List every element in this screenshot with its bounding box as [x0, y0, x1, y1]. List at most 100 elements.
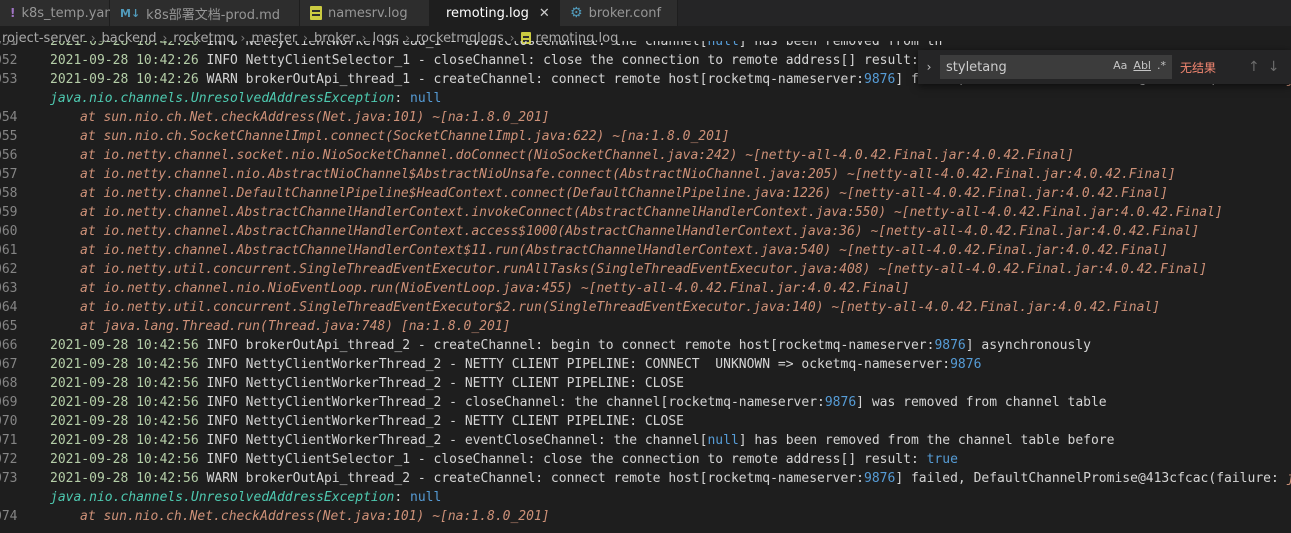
log-exception-start: java — [1287, 471, 1291, 486]
code-editor[interactable]: 051 2021-09-28 10:42:26 INFO NettyClientW… — [0, 41, 1291, 533]
log-entry: 2021-09-28 10:42:56 INFO NettyClientSele… — [50, 450, 958, 469]
tab-2[interactable]: namesrv.log — [300, 0, 430, 26]
find-widget: › Aa Abl .* 无结果 ↑ ↓ — [918, 50, 1291, 84]
line-number: 059 — [0, 205, 18, 220]
log-level: INFO — [206, 357, 238, 372]
log-value: null — [707, 41, 739, 49]
log-value: true — [926, 452, 958, 467]
line-number: 063 — [0, 281, 18, 296]
line-number: 060 — [0, 224, 18, 239]
gear-icon: ⚙ — [570, 5, 583, 21]
line-number: 057 — [0, 167, 18, 182]
tab-0[interactable]: ! k8s_temp.yaml — [0, 0, 121, 26]
stack-trace-frame: at sun.nio.ch.Net.checkAddress(Net.java:… — [80, 110, 550, 125]
log-level: INFO — [206, 338, 238, 353]
log-value: 9876 — [864, 72, 896, 87]
log-message-end: ] asynchronously — [965, 338, 1091, 353]
log-level: INFO — [206, 452, 238, 467]
log-timestamp: 2021-09-28 10:42:26 — [50, 53, 199, 68]
log-level: WARN — [206, 72, 238, 87]
log-timestamp: 2021-09-28 10:42:56 — [50, 471, 199, 486]
line-number: 062 — [0, 262, 18, 277]
close-tab-icon[interactable]: ✕ — [539, 6, 550, 21]
exception-colon: : — [394, 91, 411, 106]
log-timestamp: 2021-09-28 10:42:56 — [50, 357, 199, 372]
stack-trace-frame: at java.lang.Thread.run(Thread.java:748)… — [80, 319, 511, 334]
use-regex-icon[interactable]: .* — [1157, 59, 1166, 72]
log-entry: 2021-09-28 10:42:56 INFO NettyClientWork… — [50, 431, 1114, 450]
stack-trace-frame: at io.netty.channel.AbstractChannelHandl… — [80, 243, 1168, 258]
log-value: 9876 — [864, 471, 896, 486]
log-file-icon — [310, 6, 322, 20]
yaml-icon: ! — [10, 6, 16, 20]
stack-trace-frame: at sun.nio.ch.SocketChannelImpl.connect(… — [80, 129, 730, 144]
log-entry: 2021-09-28 10:42:56 INFO NettyClientWork… — [50, 355, 981, 374]
log-level: INFO — [206, 395, 238, 410]
markdown-icon: M↓ — [120, 6, 141, 20]
toggle-replace-chevron-icon[interactable]: › — [918, 60, 940, 74]
stack-trace-frame: at io.netty.channel.AbstractChannelHandl… — [80, 205, 1223, 220]
log-entry: 2021-09-28 10:42:26 INFO NettyClientWork… — [50, 41, 942, 51]
log-value: null — [707, 433, 739, 448]
stack-trace-frame: at sun.nio.ch.Net.checkAddress(Net.java:… — [80, 509, 550, 524]
log-level: INFO — [206, 41, 238, 49]
log-message: brokerOutApi_thread_2 - createChannel: b… — [237, 338, 935, 353]
log-timestamp: 2021-09-28 10:42:26 — [50, 41, 199, 49]
line-number: 072 — [0, 452, 18, 467]
stack-trace-frame: at io.netty.util.concurrent.SingleThread… — [80, 300, 1161, 315]
log-entry: 2021-09-28 10:42:56 INFO NettyClientWork… — [50, 374, 684, 393]
tab-label: broker.conf — [588, 5, 662, 21]
log-timestamp: 2021-09-28 10:42:56 — [50, 433, 199, 448]
previous-match-arrow-up-icon[interactable]: ↑ — [1248, 59, 1260, 75]
line-number: 053 — [0, 72, 18, 87]
exception-colon: : — [394, 490, 411, 505]
stack-trace-frame: at io.netty.util.concurrent.SingleThread… — [80, 262, 1208, 277]
log-message: NettyClientWorkerThread_1 - eventCloseCh… — [237, 41, 708, 49]
tab-4[interactable]: ⚙ broker.conf — [560, 0, 678, 26]
log-timestamp: 2021-09-28 10:42:56 — [50, 338, 199, 353]
tab-label: k8s部署文档-prod.md — [146, 7, 280, 23]
line-number: 067 — [0, 357, 18, 372]
find-result-count: 无结果 — [1180, 60, 1217, 75]
log-message: brokerOutApi_thread_2 - createChannel: c… — [237, 471, 864, 486]
exception-class: java.nio.channels.UnresolvedAddressExcep… — [50, 490, 395, 505]
match-case-icon[interactable]: Aa — [1113, 59, 1127, 72]
log-message-end: ] was removed from channel table — [856, 395, 1107, 410]
next-match-arrow-down-icon[interactable]: ↓ — [1268, 59, 1280, 75]
log-message: NettyClientWorkerThread_2 - NETTY CLIENT… — [237, 376, 684, 391]
stack-trace-frame: at io.netty.channel.nio.AbstractNioChann… — [80, 167, 1176, 182]
log-message: brokerOutApi_thread_1 - createChannel: c… — [237, 72, 864, 87]
log-message: NettyClientWorkerThread_2 - closeChannel… — [237, 395, 825, 410]
exception-class: java.nio.channels.UnresolvedAddressExcep… — [50, 91, 395, 106]
log-message: NettyClientSelector_1 - closeChannel: cl… — [237, 53, 927, 68]
match-whole-word-icon[interactable]: Abl — [1133, 59, 1151, 72]
line-number: 070 — [0, 414, 18, 429]
log-level: INFO — [206, 376, 238, 391]
tab-1[interactable]: M↓ k8s部署文档-prod.md — [110, 0, 300, 26]
log-entry: 2021-09-28 10:42:26 INFO NettyClientSele… — [50, 51, 942, 70]
log-level: INFO — [206, 433, 238, 448]
line-number: 068 — [0, 376, 18, 391]
log-value: 9876 — [824, 395, 857, 410]
line-number: 056 — [0, 148, 18, 163]
log-level: WARN — [206, 471, 238, 486]
log-timestamp: 2021-09-28 10:42:56 — [50, 376, 199, 391]
log-level: INFO — [206, 53, 238, 68]
line-number: 071 — [0, 433, 18, 448]
stack-trace-frame: at io.netty.channel.AbstractChannelHandl… — [80, 224, 1200, 239]
exception-message: null — [410, 91, 442, 106]
log-entry: 2021-09-28 10:42:56 INFO NettyClientWork… — [50, 412, 684, 431]
log-timestamp: 2021-09-28 10:42:56 — [50, 395, 199, 410]
editor-tab-bar: ! k8s_temp.yaml M↓ k8s部署文档-prod.md namesrv.l… — [0, 0, 1291, 26]
line-number: 054 — [0, 110, 18, 125]
line-number: 066 — [0, 338, 18, 353]
find-box: Aa Abl .* — [940, 55, 1172, 79]
tab-3[interactable]: remoting.log ✕ — [430, 0, 560, 26]
line-number: 052 — [0, 53, 18, 68]
log-message: NettyClientWorkerThread_2 - NETTY CLIENT… — [237, 357, 951, 372]
log-message-end: ] failed, DefaultChannelPromise@413cfcac… — [895, 471, 1287, 486]
line-number: 055 — [0, 129, 18, 144]
log-level: INFO — [206, 414, 238, 429]
log-value: 9876 — [950, 357, 982, 372]
exception-line: java.nio.channels.UnresolvedAddressExcep… — [50, 89, 441, 108]
